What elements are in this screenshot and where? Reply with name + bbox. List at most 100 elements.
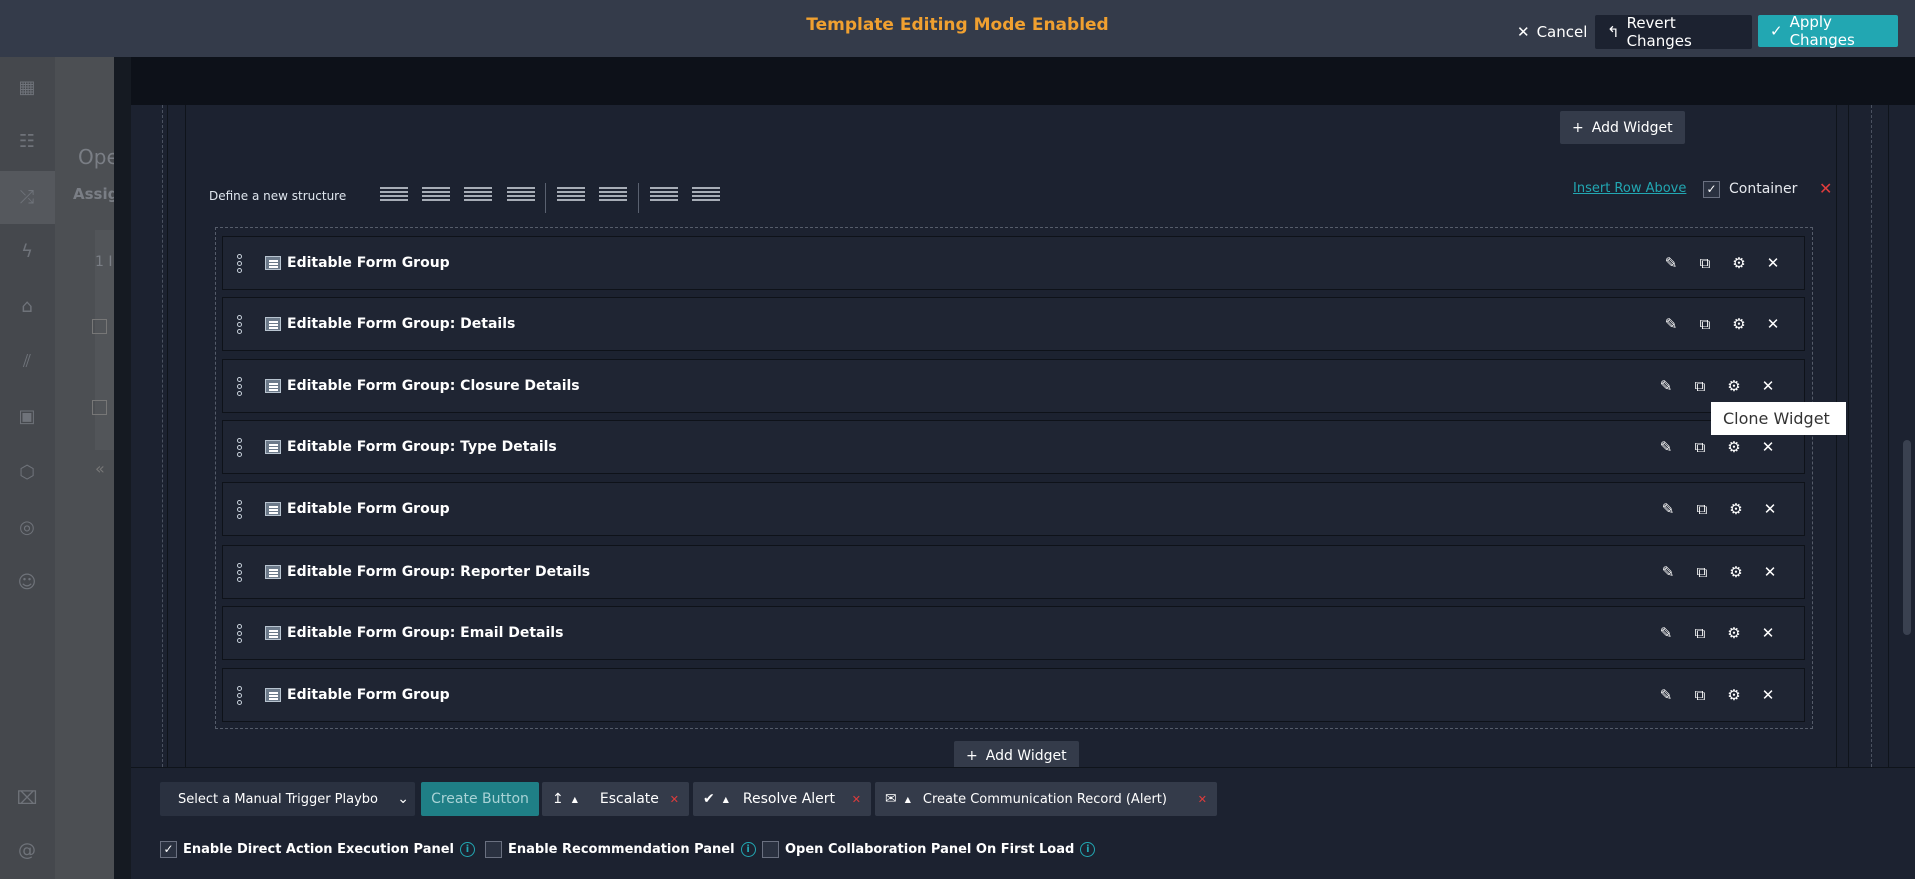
clone-icon[interactable]: ⧉ xyxy=(1691,624,1709,642)
escalate-icon: ↥ xyxy=(552,791,564,807)
undo-icon: ↰ xyxy=(1607,23,1620,41)
gear-icon[interactable]: ⚙ xyxy=(1730,254,1748,272)
layout-2-column-icon[interactable] xyxy=(422,187,450,203)
drag-handle-icon[interactable] xyxy=(237,437,243,457)
background-checkbox xyxy=(92,400,107,415)
remove-icon[interactable]: ✕ xyxy=(1198,793,1207,806)
edit-icon[interactable]: ✎ xyxy=(1657,686,1675,704)
edit-icon[interactable]: ✎ xyxy=(1659,563,1677,581)
shield-icon[interactable]: ⬡ xyxy=(14,460,40,486)
info-icon[interactable]: i xyxy=(740,842,756,857)
scrollbar[interactable] xyxy=(1903,440,1911,635)
container-label: Container xyxy=(1729,181,1798,197)
drag-handle-icon[interactable] xyxy=(237,562,243,582)
clone-icon[interactable]: ⧉ xyxy=(1696,254,1714,272)
lifebuoy-icon[interactable]: ◎ xyxy=(14,515,40,541)
widget-row: Editable Form Group ✎ ⧉ ⚙ ✕ xyxy=(222,482,1805,536)
layout-4-column-icon[interactable] xyxy=(507,187,535,203)
layout-wide-left-icon[interactable] xyxy=(650,187,678,203)
clone-icon[interactable]: ⧉ xyxy=(1693,500,1711,518)
container-checkbox[interactable]: ✓ xyxy=(1703,181,1720,198)
gear-icon[interactable]: ⚙ xyxy=(1725,438,1743,456)
layout-3-column-icon[interactable] xyxy=(464,187,492,203)
create-button[interactable]: Create Button xyxy=(421,782,539,816)
edit-icon[interactable]: ✎ xyxy=(1657,377,1675,395)
form-group-icon xyxy=(265,626,281,640)
gear-icon[interactable]: ⚙ xyxy=(1725,377,1743,395)
info-icon[interactable]: i xyxy=(1080,842,1096,857)
clone-icon[interactable]: ⧉ xyxy=(1691,438,1709,456)
action-chip-create-communication-record[interactable]: ✉ ▲ Create Communication Record (Alert) ✕ xyxy=(875,782,1217,816)
delete-icon[interactable]: ✕ xyxy=(1759,624,1777,642)
action-label: Resolve Alert xyxy=(742,791,836,807)
layout-sidebar-icon[interactable] xyxy=(599,187,627,203)
gear-icon[interactable]: ⚙ xyxy=(1730,315,1748,333)
delete-icon[interactable]: ✕ xyxy=(1761,500,1779,518)
layout-1-column-icon[interactable] xyxy=(380,187,408,203)
layout-wide-right-icon[interactable] xyxy=(692,187,720,203)
action-chip-escalate[interactable]: ↥ ▲ Escalate ✕ xyxy=(542,782,689,816)
edit-icon[interactable]: ✎ xyxy=(1662,254,1680,272)
edit-icon[interactable]: ✎ xyxy=(1657,624,1675,642)
widget-row: Editable Form Group: Email Details ✎ ⧉ ⚙… xyxy=(222,606,1805,660)
checkbox[interactable]: ✓ xyxy=(160,841,177,858)
edit-icon[interactable]: ✎ xyxy=(1657,438,1675,456)
briefcase-icon[interactable]: ⌂ xyxy=(14,294,40,320)
action-label: Escalate xyxy=(599,791,659,807)
trash-icon[interactable]: ⌧ xyxy=(14,786,40,812)
option-direct-action[interactable]: ✓ Enable Direct Action Execution Panel i xyxy=(160,841,475,858)
delete-icon[interactable]: ✕ xyxy=(1759,438,1777,456)
clone-icon[interactable]: ⧉ xyxy=(1696,315,1714,333)
delete-icon[interactable]: ✕ xyxy=(1759,377,1777,395)
remove-icon[interactable]: ✕ xyxy=(670,793,679,806)
drag-handle-icon[interactable] xyxy=(237,253,243,273)
clone-icon[interactable]: ⧉ xyxy=(1691,377,1709,395)
edit-icon[interactable]: ✎ xyxy=(1662,315,1680,333)
cancel-label: Cancel xyxy=(1536,23,1588,41)
drag-handle-icon[interactable] xyxy=(237,314,243,334)
widget-label: Editable Form Group xyxy=(287,501,450,517)
drag-handle-icon[interactable] xyxy=(237,499,243,519)
gear-icon[interactable]: ⚙ xyxy=(1727,500,1745,518)
option-recommendation[interactable]: Enable Recommendation Panel i xyxy=(485,841,756,858)
delete-icon[interactable]: ✕ xyxy=(1764,254,1782,272)
gear-icon[interactable]: ⚙ xyxy=(1725,624,1743,642)
users-icon[interactable]: ☺ xyxy=(14,570,40,596)
revert-changes-button[interactable]: ↰ Revert Changes xyxy=(1595,14,1752,50)
remove-icon[interactable]: ✕ xyxy=(852,793,861,806)
layout-split-icon[interactable] xyxy=(557,187,585,203)
insert-row-above-link[interactable]: Insert Row Above xyxy=(1573,181,1686,196)
delete-row-icon[interactable]: ✕ xyxy=(1819,179,1832,198)
drag-handle-icon[interactable] xyxy=(237,623,243,643)
team-icon[interactable]: ☷ xyxy=(14,129,40,155)
action-label: Create Communication Record (Alert) xyxy=(922,791,1167,807)
delete-icon[interactable]: ✕ xyxy=(1764,315,1782,333)
clone-icon[interactable]: ⧉ xyxy=(1691,686,1709,704)
delete-icon[interactable]: ✕ xyxy=(1761,563,1779,581)
at-icon[interactable]: @ xyxy=(14,838,40,864)
apply-changes-button[interactable]: ✓ Apply Changes xyxy=(1758,13,1898,49)
action-chip-resolve-alert[interactable]: ✔ ▲ Resolve Alert ✕ xyxy=(693,782,871,816)
add-widget-button[interactable]: + Add Widget xyxy=(1560,111,1685,144)
gear-icon[interactable]: ⚙ xyxy=(1727,563,1745,581)
shuffle-icon[interactable]: ⤮ xyxy=(14,185,40,211)
dashboard-icon[interactable]: ▦ xyxy=(14,75,40,101)
info-icon[interactable]: i xyxy=(460,842,475,857)
widgets-icon[interactable]: ▣ xyxy=(14,404,40,430)
playbook-select[interactable]: Select a Manual Trigger Playbo ⌄ xyxy=(160,782,415,816)
gear-icon[interactable]: ⚙ xyxy=(1725,686,1743,704)
clone-icon[interactable]: ⧉ xyxy=(1693,563,1711,581)
drag-handle-icon[interactable] xyxy=(237,685,243,705)
chart-icon[interactable]: ⫽ xyxy=(14,349,40,375)
divider xyxy=(162,105,163,767)
checkbox[interactable] xyxy=(485,841,502,858)
lightning-icon[interactable]: ϟ xyxy=(14,239,40,265)
checkbox[interactable] xyxy=(762,841,779,858)
drag-handle-icon[interactable] xyxy=(237,376,243,396)
cancel-button[interactable]: ✕ Cancel xyxy=(1505,15,1599,49)
delete-icon[interactable]: ✕ xyxy=(1759,686,1777,704)
widget-row: Editable Form Group: Details ✎ ⧉ ⚙ ✕ xyxy=(222,297,1805,351)
option-collaboration[interactable]: Open Collaboration Panel On First Load i xyxy=(762,841,1096,858)
widget-label: Editable Form Group xyxy=(287,255,450,271)
edit-icon[interactable]: ✎ xyxy=(1659,500,1677,518)
